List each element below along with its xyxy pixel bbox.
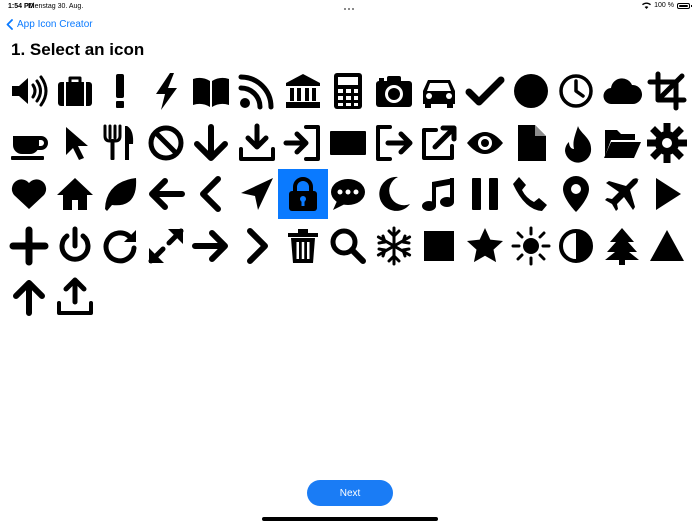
external-link-icon[interactable] xyxy=(414,118,464,168)
status-date: Dienstag 30. Aug. xyxy=(28,3,84,10)
arrow-left-icon[interactable] xyxy=(141,169,191,219)
file-icon[interactable] xyxy=(506,118,556,168)
wifi-icon xyxy=(642,2,652,9)
car-icon[interactable] xyxy=(414,66,464,116)
play-icon[interactable] xyxy=(642,169,692,219)
battery-percent: 100 % xyxy=(654,2,674,9)
plane-icon[interactable] xyxy=(597,169,647,219)
gear-icon[interactable] xyxy=(642,118,692,168)
briefcase-icon[interactable] xyxy=(50,66,100,116)
circle-icon[interactable] xyxy=(506,66,556,116)
crop-icon[interactable] xyxy=(642,66,692,116)
status-right: 100 % xyxy=(642,2,692,9)
chevron-right-icon[interactable] xyxy=(232,221,282,271)
coffee-icon[interactable] xyxy=(4,118,54,168)
page-title: 1. Select an icon xyxy=(11,40,145,59)
arrow-down-icon[interactable] xyxy=(186,118,236,168)
moon-icon[interactable] xyxy=(369,169,419,219)
envelope-icon[interactable] xyxy=(323,118,373,168)
chevron-left-icon xyxy=(6,19,13,30)
home-indicator xyxy=(262,517,438,521)
arrow-up-icon[interactable] xyxy=(4,272,54,322)
map-marker-icon[interactable] xyxy=(551,169,601,219)
bolt-icon[interactable] xyxy=(141,66,191,116)
home-icon[interactable] xyxy=(50,169,100,219)
download-icon[interactable] xyxy=(232,118,282,168)
comment-icon[interactable] xyxy=(323,169,373,219)
back-button[interactable]: App Icon Creator xyxy=(6,19,93,30)
heart-icon[interactable] xyxy=(4,169,54,219)
plus-icon[interactable] xyxy=(4,221,54,271)
next-button[interactable]: Next xyxy=(307,480,393,506)
cloud-icon[interactable] xyxy=(597,66,647,116)
arrow-right-icon[interactable] xyxy=(186,221,236,271)
camera-icon[interactable] xyxy=(369,66,419,116)
upload-icon[interactable] xyxy=(50,272,100,322)
adjust-icon[interactable] xyxy=(551,221,601,271)
sign-out-icon[interactable] xyxy=(369,118,419,168)
repeat-icon[interactable] xyxy=(95,221,145,271)
book-icon[interactable] xyxy=(186,66,236,116)
square-icon[interactable] xyxy=(414,221,464,271)
bank-icon[interactable] xyxy=(278,66,328,116)
mouse-pointer-icon[interactable] xyxy=(50,118,100,168)
cutlery-icon[interactable] xyxy=(95,118,145,168)
volume-up-icon[interactable] xyxy=(4,66,54,116)
exclamation-icon[interactable] xyxy=(95,66,145,116)
sun-icon[interactable] xyxy=(506,221,556,271)
trash-icon[interactable] xyxy=(278,221,328,271)
fire-icon[interactable] xyxy=(551,118,601,168)
search-icon[interactable] xyxy=(323,221,373,271)
location-arrow-icon[interactable] xyxy=(232,169,282,219)
star-icon[interactable] xyxy=(460,221,510,271)
phone-icon[interactable] xyxy=(506,169,556,219)
back-button-label: App Icon Creator xyxy=(17,19,93,30)
ban-icon[interactable] xyxy=(141,118,191,168)
power-off-icon[interactable] xyxy=(50,221,100,271)
sign-in-icon[interactable] xyxy=(278,118,328,168)
clock-icon[interactable] xyxy=(551,66,601,116)
folder-open-icon[interactable] xyxy=(597,118,647,168)
calculator-icon[interactable] xyxy=(323,66,373,116)
battery-icon xyxy=(677,2,692,9)
leaf-icon[interactable] xyxy=(95,169,145,219)
snowflake-icon[interactable] xyxy=(369,221,419,271)
eye-icon[interactable] xyxy=(460,118,510,168)
music-icon[interactable] xyxy=(414,169,464,219)
tree-icon[interactable] xyxy=(597,221,647,271)
check-icon[interactable] xyxy=(460,66,510,116)
rss-icon[interactable] xyxy=(232,66,282,116)
expand-icon[interactable] xyxy=(141,221,191,271)
chevron-left-icon[interactable] xyxy=(186,169,236,219)
multitasking-dots-icon[interactable] xyxy=(344,5,356,12)
triangle-icon[interactable] xyxy=(642,221,692,271)
lock-icon[interactable] xyxy=(278,169,328,219)
pause-icon[interactable] xyxy=(460,169,510,219)
status-bar: 1:54 PM Dienstag 30. Aug. 100 % xyxy=(0,0,700,14)
